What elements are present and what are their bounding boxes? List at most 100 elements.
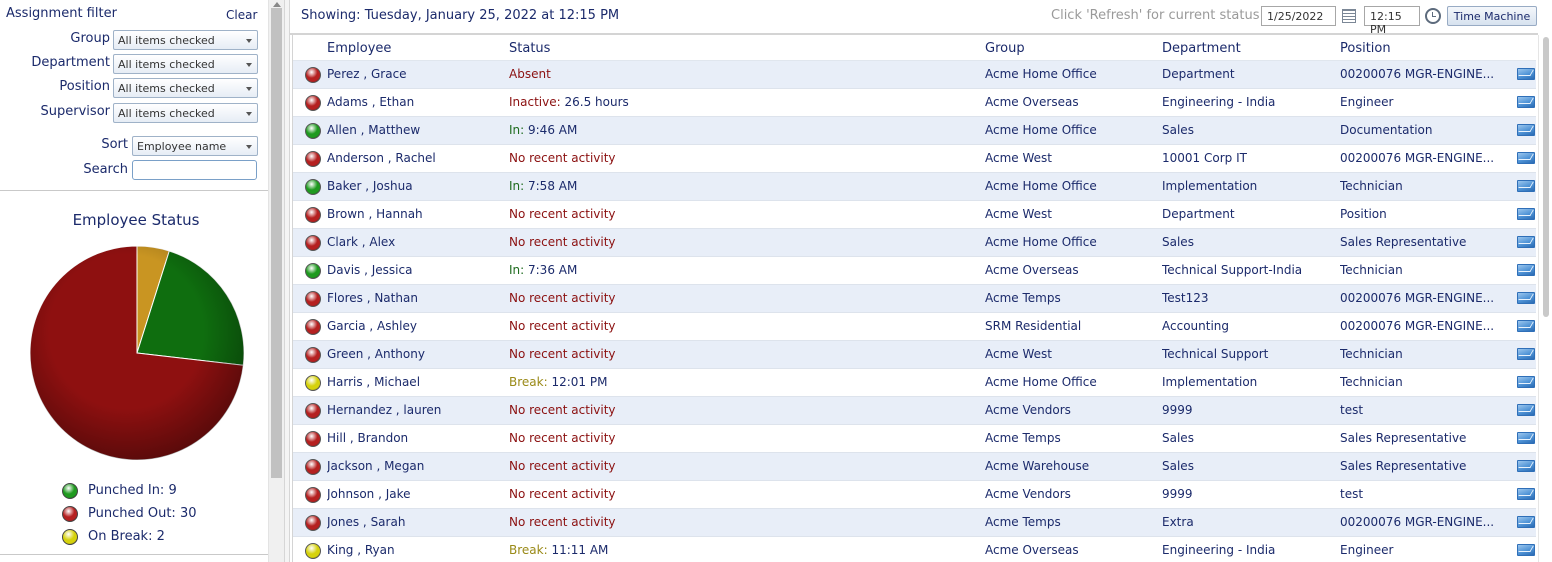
employee-name[interactable]: Anderson , Rachel (327, 151, 502, 165)
search-input[interactable] (132, 160, 257, 180)
mail-icon[interactable] (1517, 376, 1535, 388)
position-filter-select[interactable]: All items checked (113, 78, 258, 98)
table-row[interactable]: Anderson , Rachel No recent activity Acme … (293, 145, 1536, 173)
department-filter-row: Department All items checked (0, 54, 268, 74)
column-header-employee[interactable]: Employee (327, 41, 391, 56)
clear-filter-link[interactable]: Clear (226, 8, 257, 22)
employee-name[interactable]: Baker , Joshua (327, 179, 502, 193)
mail-icon[interactable] (1517, 208, 1535, 220)
table-row[interactable]: Baker , Joshua In: 7:58 AM Acme Home Offic… (293, 173, 1536, 201)
red-status-icon (305, 235, 321, 251)
mail-icon[interactable] (1517, 292, 1535, 304)
group-cell: Acme Temps (985, 291, 1061, 305)
department-filter-select[interactable]: All items checked (113, 54, 258, 74)
red-status-icon (305, 487, 321, 503)
department-cell: Technical Support (1162, 347, 1269, 361)
mail-icon[interactable] (1517, 236, 1535, 248)
employee-grid: Employee Status Group Department Positio… (292, 35, 1536, 562)
employee-name[interactable]: Allen , Matthew (327, 123, 502, 137)
table-row[interactable]: King , Ryan Break: 11:11 AM Acme Overseas E… (293, 537, 1536, 562)
employee-name[interactable]: Davis , Jessica (327, 263, 502, 277)
mail-icon[interactable] (1517, 348, 1535, 360)
time-machine-button[interactable]: Time Machine (1447, 6, 1537, 26)
red-status-icon (305, 347, 321, 363)
employee-name[interactable]: Adams , Ethan (327, 95, 502, 109)
table-row[interactable]: Brown , Hannah No recent activity Acme Wes… (293, 201, 1536, 229)
mail-icon[interactable] (1517, 180, 1535, 192)
employee-name[interactable]: Flores , Nathan (327, 291, 502, 305)
red-status-icon (305, 207, 321, 223)
mail-icon[interactable] (1517, 516, 1535, 528)
employee-name[interactable]: King , Ryan (327, 543, 502, 557)
status-cell: No recent activity (509, 151, 979, 165)
table-row[interactable]: Clark , Alex No recent activity Acme Home … (293, 229, 1536, 257)
employee-name[interactable]: Jones , Sarah (327, 515, 502, 529)
mail-icon[interactable] (1517, 488, 1535, 500)
group-filter-select[interactable]: All items checked (113, 30, 258, 50)
mail-icon[interactable] (1517, 152, 1535, 164)
status-cell: No recent activity (509, 207, 979, 221)
table-row[interactable]: Davis , Jessica In: 7:36 AM Acme Overseas T… (293, 257, 1536, 285)
yellow-status-icon (305, 375, 321, 391)
scroll-up-arrow-icon[interactable] (273, 2, 281, 7)
table-row[interactable]: Garcia , Ashley No recent activity SRM Res… (293, 313, 1536, 341)
position-cell: test (1340, 487, 1364, 501)
clock-icon[interactable] (1425, 8, 1441, 24)
employee-name[interactable]: Jackson , Megan (327, 459, 502, 473)
employee-name[interactable]: Harris , Michael (327, 375, 502, 389)
calendar-icon[interactable] (1342, 9, 1356, 23)
employee-name[interactable]: Perez , Grace (327, 67, 502, 81)
mail-icon[interactable] (1517, 404, 1535, 416)
supervisor-filter-select[interactable]: All items checked (113, 103, 258, 123)
mail-icon[interactable] (1517, 320, 1535, 332)
divider (0, 554, 268, 555)
column-header-status[interactable]: Status (509, 41, 550, 56)
sort-select[interactable]: Employee name (132, 136, 258, 156)
table-row[interactable]: Jones , Sarah No recent activity Acme Temp… (293, 509, 1536, 537)
table-row[interactable]: Perez , Grace Absent Acme Home Office Depar… (293, 61, 1536, 89)
left-panel-scrollbar[interactable] (268, 0, 284, 562)
table-row[interactable]: Flores , Nathan No recent activity Acme Te… (293, 285, 1536, 313)
status-cell: In: 7:36 AM (509, 263, 979, 277)
status-value: 12:01 PM (547, 375, 608, 389)
employee-name[interactable]: Hill , Brandon (327, 431, 502, 445)
mail-icon[interactable] (1517, 544, 1535, 556)
employee-name[interactable]: Clark , Alex (327, 235, 502, 249)
table-row[interactable]: Hernandez , lauren No recent activity Acme… (293, 397, 1536, 425)
scrollbar-thumb[interactable] (1543, 37, 1549, 317)
table-row[interactable]: Harris , Michael Break: 12:01 PM Acme Home… (293, 369, 1536, 397)
employee-name[interactable]: Johnson , Jake (327, 487, 502, 501)
mail-icon[interactable] (1517, 124, 1535, 136)
mail-icon[interactable] (1517, 432, 1535, 444)
mail-icon[interactable] (1517, 264, 1535, 276)
red-status-icon (305, 403, 321, 419)
employee-name[interactable]: Brown , Hannah (327, 207, 502, 221)
column-header-position[interactable]: Position (1340, 41, 1391, 56)
table-row[interactable]: Green , Anthony No recent activity Acme We… (293, 341, 1536, 369)
status-cell: No recent activity (509, 487, 979, 501)
status-label: No recent activity (509, 403, 616, 417)
column-header-department[interactable]: Department (1162, 41, 1241, 56)
table-row[interactable]: Adams , Ethan Inactive: 26.5 hours Acme Ov… (293, 89, 1536, 117)
status-cell: No recent activity (509, 403, 979, 417)
column-header-group[interactable]: Group (985, 41, 1025, 56)
group-cell: Acme Temps (985, 515, 1061, 529)
mail-icon[interactable] (1517, 460, 1535, 472)
time-field[interactable]: 12:15 PM (1364, 6, 1420, 36)
table-row[interactable]: Jackson , Megan No recent activity Acme Wa… (293, 453, 1536, 481)
scrollbar-thumb[interactable] (271, 8, 282, 478)
employee-name[interactable]: Green , Anthony (327, 347, 502, 361)
employee-name[interactable]: Garcia , Ashley (327, 319, 502, 333)
mail-icon[interactable] (1517, 68, 1535, 80)
mail-icon[interactable] (1517, 96, 1535, 108)
grid-scrollbar[interactable] (1538, 35, 1552, 562)
red-status-icon (305, 515, 321, 531)
group-cell: Acme West (985, 151, 1052, 165)
yellow-status-icon (305, 543, 321, 559)
date-field[interactable]: 1/25/2022 (1261, 6, 1336, 26)
position-cell: 00200076 MGR-ENGINE... (1340, 515, 1495, 529)
table-row[interactable]: Johnson , Jake No recent activity Acme Ven… (293, 481, 1536, 509)
table-row[interactable]: Allen , Matthew In: 9:46 AM Acme Home Offi… (293, 117, 1536, 145)
employee-name[interactable]: Hernandez , lauren (327, 403, 502, 417)
table-row[interactable]: Hill , Brandon No recent activity Acme Tem… (293, 425, 1536, 453)
